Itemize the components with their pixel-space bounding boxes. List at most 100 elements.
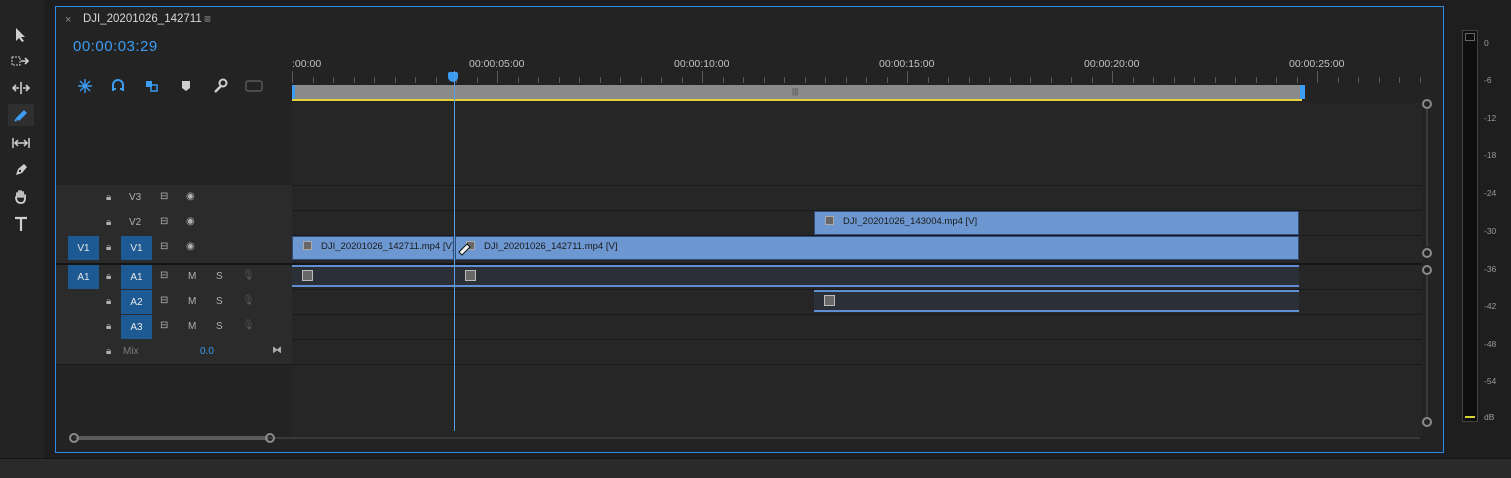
captions-icon[interactable] <box>244 77 264 95</box>
slip-tool-icon[interactable] <box>8 132 34 154</box>
audio-clip[interactable] <box>814 290 1299 312</box>
ruler-tick <box>1235 77 1236 83</box>
video-clip[interactable]: DJI_20201026_142711.mp4 [V] <box>455 236 1299 260</box>
playhead-timecode[interactable]: 00:00:03:29 <box>73 38 158 55</box>
lock-icon[interactable]: 🔒︎ <box>106 321 111 332</box>
clip-name: DJI_20201026_143004.mp4 [V] <box>843 216 978 227</box>
eye-icon[interactable]: ◉ <box>186 216 195 227</box>
meter-scale-label: -36 <box>1484 264 1497 274</box>
sync-lock-icon[interactable]: ⊟ <box>160 241 168 252</box>
eye-icon[interactable]: ◉ <box>186 191 195 202</box>
playhead-line[interactable] <box>454 71 455 431</box>
ruler-label: 00:00:25:00 <box>1289 58 1345 70</box>
ruler-tick <box>394 77 396 83</box>
time-ruler[interactable]: :00:00 00:00:05:00 00:00:10:00 00:00:15:… <box>292 33 1424 103</box>
eye-icon[interactable]: ◉ <box>186 241 195 252</box>
type-tool-icon[interactable] <box>8 213 34 235</box>
audio-clip[interactable] <box>455 265 1299 287</box>
mute-button[interactable]: M <box>188 321 196 332</box>
pen-tool-icon[interactable] <box>8 159 34 181</box>
ruler-tick <box>353 77 355 83</box>
ruler-tick <box>476 77 478 83</box>
audio-scrollbar[interactable] <box>1426 275 1428 417</box>
ripple-edit-tool-icon[interactable] <box>8 77 34 99</box>
work-area-in-handle[interactable] <box>292 85 295 99</box>
audio-scroll-top-handle[interactable] <box>1422 265 1432 275</box>
timeline-settings-wrench-icon[interactable] <box>210 77 230 95</box>
mix-volume-value[interactable]: 0.0 <box>200 346 214 357</box>
microphone-icon[interactable]: 🎙︎ <box>242 270 255 281</box>
track-header-v1[interactable]: V1 🔒︎ V1 ⊟ ◉ <box>56 236 292 260</box>
work-area-out-handle[interactable] <box>1300 85 1305 99</box>
hand-tool-icon[interactable] <box>8 186 34 208</box>
tab-menu-icon[interactable]: ≡ <box>204 12 211 26</box>
solo-button[interactable]: S <box>216 271 223 282</box>
track-target-v1[interactable]: V1 <box>121 236 152 260</box>
meter-peak-indicator[interactable] <box>1465 33 1475 41</box>
linked-selection-icon[interactable] <box>142 77 162 95</box>
microphone-icon[interactable]: 🎙︎ <box>242 295 255 306</box>
lock-icon[interactable]: 🔒︎ <box>106 346 111 357</box>
audio-scroll-bottom-handle[interactable] <box>1422 417 1432 427</box>
ruler-tick <box>538 77 539 83</box>
selection-tool-icon[interactable] <box>8 24 34 46</box>
mix-track-header[interactable]: 🔒︎ Mix 0.0 ⧓ <box>56 340 292 364</box>
video-clip[interactable]: DJI_20201026_142711.mp4 [V] <box>292 236 454 260</box>
ruler-tick <box>640 77 642 83</box>
video-scroll-bottom-handle[interactable] <box>1422 248 1432 258</box>
mix-end-icon[interactable]: ⧓ <box>272 345 282 356</box>
lock-icon[interactable]: 🔒︎ <box>106 192 111 203</box>
track-header-a2[interactable]: 🔒︎ A2 ⊟ M S 🎙︎ <box>56 290 292 314</box>
meter-scale-label: -48 <box>1484 339 1497 349</box>
track-name: V3 <box>129 192 142 203</box>
track-header-v3[interactable]: 🔒︎ V3 ⊟ ◉ <box>56 186 292 210</box>
sync-lock-icon[interactable]: ⊟ <box>160 216 168 227</box>
mute-button[interactable]: M <box>188 296 196 307</box>
sync-lock-icon[interactable]: ⊟ <box>160 270 168 281</box>
razor-tool-icon[interactable] <box>8 104 34 126</box>
zoom-scrollbar-thumb[interactable] <box>78 436 268 440</box>
lock-icon[interactable]: 🔒︎ <box>106 271 111 282</box>
track-target-a2[interactable]: A2 <box>121 290 152 314</box>
solo-button[interactable]: S <box>216 296 223 307</box>
zoom-handle-right[interactable] <box>265 433 275 443</box>
nest-insert-icon[interactable] <box>75 77 95 95</box>
ruler-tick <box>1050 77 1052 83</box>
track-header-a1[interactable]: A1 🔒︎ A1 ⊟ M S 🎙︎ <box>56 265 292 289</box>
solo-button[interactable]: S <box>216 321 223 332</box>
add-marker-icon[interactable] <box>176 77 196 95</box>
lock-icon[interactable]: 🔒︎ <box>106 296 111 307</box>
playhead-handle[interactable] <box>448 72 458 82</box>
lock-icon[interactable]: 🔒︎ <box>106 217 111 228</box>
source-patch-v1[interactable]: V1 <box>68 236 99 260</box>
sync-lock-icon[interactable]: ⊟ <box>160 295 168 306</box>
zoom-scrollbar-track[interactable] <box>74 437 1420 439</box>
lock-icon[interactable]: 🔒︎ <box>106 242 111 253</box>
ruler-tick <box>1194 77 1195 83</box>
video-scroll-top-handle[interactable] <box>1422 99 1432 109</box>
source-patch-a1[interactable]: A1 <box>68 265 99 289</box>
video-clip[interactable]: DJI_20201026_143004.mp4 [V] <box>814 211 1299 235</box>
ruler-tick <box>1399 77 1400 83</box>
sync-lock-icon[interactable]: ⊟ <box>160 191 168 202</box>
track-target-a3[interactable]: A3 <box>121 315 152 339</box>
video-scrollbar[interactable] <box>1426 109 1428 247</box>
snap-magnet-icon[interactable] <box>108 77 128 95</box>
sequence-tab-title[interactable]: DJI_20201026_142711 <box>83 13 202 25</box>
ruler-tick <box>784 77 785 83</box>
clip-name: DJI_20201026_142711.mp4 [V] <box>321 241 454 252</box>
track-select-tool-icon[interactable] <box>8 50 34 72</box>
track-header-v2[interactable]: 🔒︎ V2 ⊟ ◉ <box>56 211 292 235</box>
mute-button[interactable]: M <box>188 271 196 282</box>
audio-clip[interactable] <box>292 265 454 287</box>
zoom-handle-left[interactable] <box>69 433 79 443</box>
sequence-tab[interactable]: × DJI_20201026_142711 ≡ <box>56 7 1443 33</box>
track-target-a1[interactable]: A1 <box>121 265 152 289</box>
microphone-icon[interactable]: 🎙︎ <box>242 320 255 331</box>
ruler-ticks <box>292 71 1424 83</box>
track-header-a3[interactable]: 🔒︎ A3 ⊟ M S 🎙︎ <box>56 315 292 339</box>
tab-close-icon[interactable]: × <box>65 14 71 26</box>
sync-lock-icon[interactable]: ⊟ <box>160 320 168 331</box>
ruler-tick <box>1030 77 1031 83</box>
ruler-tick <box>1173 77 1175 83</box>
